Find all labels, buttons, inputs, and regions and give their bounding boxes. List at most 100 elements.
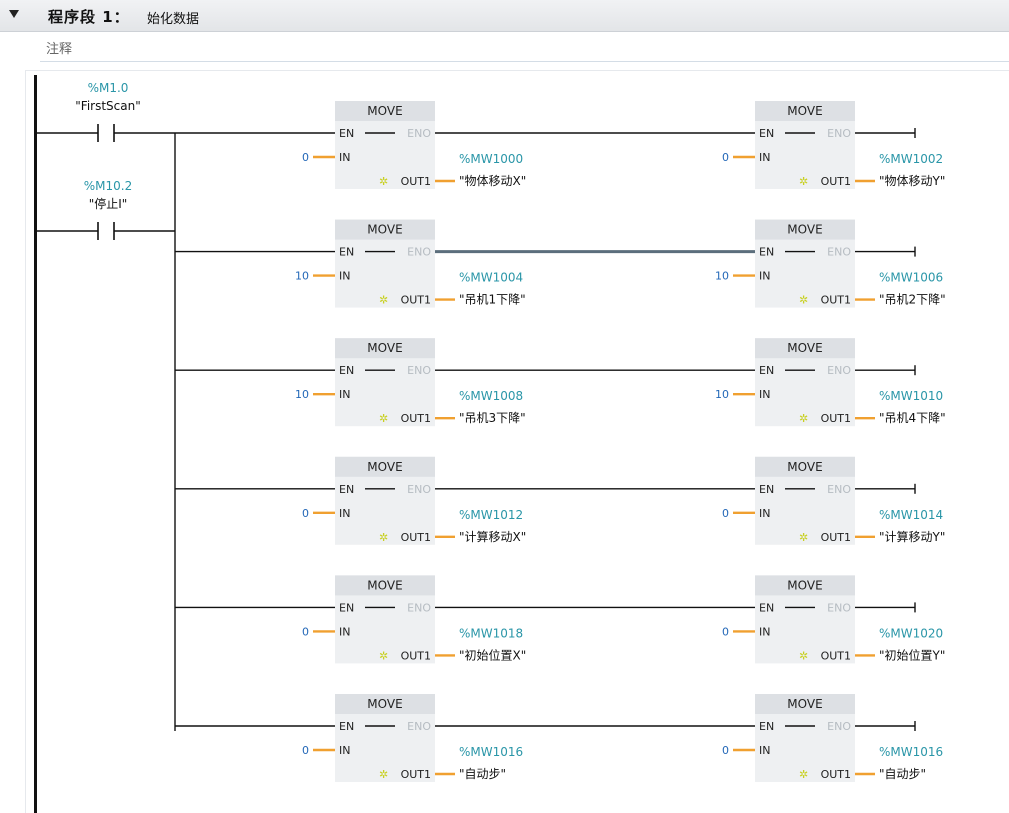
in-constant: 0 <box>722 507 729 520</box>
en-pin-label: EN <box>759 720 774 733</box>
out-symbol: "计算移动Y" <box>879 529 945 544</box>
in-pin-label: IN <box>339 625 350 638</box>
en-pin-label: EN <box>339 720 354 733</box>
in-pin-label: IN <box>339 270 350 283</box>
in-constant: 0 <box>302 744 309 757</box>
en-pin-label: EN <box>339 483 354 496</box>
eno-pin-label: ENO <box>407 720 431 733</box>
in-constant: 10 <box>715 388 729 401</box>
contact-no-0[interactable] <box>97 124 115 142</box>
in-constant: 10 <box>295 270 309 283</box>
eno-pin-label: ENO <box>827 601 851 614</box>
move-title: MOVE <box>787 578 822 592</box>
in-constant: 0 <box>722 625 729 638</box>
in-pin-label: IN <box>759 507 770 520</box>
move-title: MOVE <box>367 460 402 474</box>
en-pin-label: EN <box>339 364 354 377</box>
out-address: %MW1018 <box>459 626 523 640</box>
in-constant: 10 <box>295 388 309 401</box>
eno-pin-label: ENO <box>407 483 431 496</box>
en-pin-label: EN <box>759 127 774 140</box>
move-title: MOVE <box>367 223 402 237</box>
out-pin-label: OUT1 <box>821 768 851 781</box>
out-address: %MW1004 <box>459 271 523 285</box>
network-comment[interactable]: 注释 <box>40 34 1009 62</box>
out-symbol: "吊机1下降" <box>459 293 526 307</box>
out-address: %MW1012 <box>459 508 523 522</box>
in-pin-label: IN <box>339 744 350 757</box>
network-name[interactable]: 始化数据 <box>147 8 199 27</box>
sparkle-icon: ✲ <box>799 175 808 188</box>
out-symbol: "吊机2下降" <box>879 293 946 307</box>
in-constant: 10 <box>715 270 729 283</box>
eno-pin-label: ENO <box>407 601 431 614</box>
move-title: MOVE <box>787 341 822 355</box>
out-pin-label: OUT1 <box>821 412 851 425</box>
in-pin-label: IN <box>759 388 770 401</box>
ladder-diagram[interactable]: %M1.0 "FirstScan" %M10.2 "停止I" MOVE EN ENO IN ✲ O… <box>26 71 1009 813</box>
triangle-down-icon[interactable] <box>8 8 20 20</box>
out-address: %MW1016 <box>879 745 943 759</box>
out-address: %MW1020 <box>879 626 943 640</box>
contact-symbol: "FirstScan" <box>75 99 140 113</box>
out-symbol: "自动步" <box>459 767 506 781</box>
out-pin-label: OUT1 <box>821 294 851 307</box>
out-symbol: "吊机4下降" <box>879 411 946 425</box>
sparkle-icon: ✲ <box>379 649 388 662</box>
eno-pin-label: ENO <box>407 364 431 377</box>
out-pin-label: OUT1 <box>401 175 431 188</box>
out-pin-label: OUT1 <box>401 649 431 662</box>
out-address: %MW1000 <box>459 152 523 166</box>
eno-pin-label: ENO <box>827 364 851 377</box>
sparkle-icon: ✲ <box>379 531 388 544</box>
in-pin-label: IN <box>339 507 350 520</box>
sparkle-icon: ✲ <box>379 768 388 781</box>
in-pin-label: IN <box>759 151 770 164</box>
ladder-editor[interactable]: %M1.0 "FirstScan" %M10.2 "停止I" MOVE EN ENO IN ✲ O… <box>25 70 1009 813</box>
out-pin-label: OUT1 <box>821 531 851 544</box>
out-symbol: "物体移动X" <box>459 174 526 188</box>
out-pin-label: OUT1 <box>401 412 431 425</box>
out-address: %MW1002 <box>879 152 943 166</box>
en-pin-label: EN <box>759 601 774 614</box>
eno-pin-label: ENO <box>827 246 851 259</box>
contact-symbol: "停止I" <box>89 196 128 211</box>
in-pin-label: IN <box>759 744 770 757</box>
en-pin-label: EN <box>759 246 774 259</box>
out-pin-label: OUT1 <box>401 294 431 307</box>
in-constant: 0 <box>302 151 309 164</box>
move-title: MOVE <box>787 697 822 711</box>
contact-no-1[interactable] <box>97 222 115 240</box>
comment-placeholder: 注释 <box>46 42 73 57</box>
out-symbol: "物体移动Y" <box>879 174 945 188</box>
eno-pin-label: ENO <box>827 483 851 496</box>
out-symbol: "初始位置X" <box>459 647 526 662</box>
sparkle-icon: ✲ <box>799 649 808 662</box>
out-symbol: "初始位置Y" <box>879 647 945 662</box>
move-title: MOVE <box>787 104 822 118</box>
out-pin-label: OUT1 <box>821 649 851 662</box>
move-title: MOVE <box>367 697 402 711</box>
in-pin-label: IN <box>339 151 350 164</box>
en-pin-label: EN <box>339 601 354 614</box>
move-title: MOVE <box>367 104 402 118</box>
en-pin-label: EN <box>339 127 354 140</box>
eno-pin-label: ENO <box>827 720 851 733</box>
eno-pin-label: ENO <box>827 127 851 140</box>
out-pin-label: OUT1 <box>821 175 851 188</box>
move-title: MOVE <box>367 341 402 355</box>
out-symbol: "自动步" <box>879 767 926 781</box>
move-title: MOVE <box>787 460 822 474</box>
sparkle-icon: ✲ <box>799 531 808 544</box>
in-constant: 0 <box>722 151 729 164</box>
out-pin-label: OUT1 <box>401 531 431 544</box>
sparkle-icon: ✲ <box>379 412 388 425</box>
sparkle-icon: ✲ <box>799 294 808 307</box>
in-pin-label: IN <box>759 625 770 638</box>
en-pin-label: EN <box>759 483 774 496</box>
en-pin-label: EN <box>339 246 354 259</box>
network-title: 程序段 1： <box>48 8 130 26</box>
out-address: %MW1006 <box>879 271 943 285</box>
eno-pin-label: ENO <box>407 246 431 259</box>
in-constant: 0 <box>722 744 729 757</box>
